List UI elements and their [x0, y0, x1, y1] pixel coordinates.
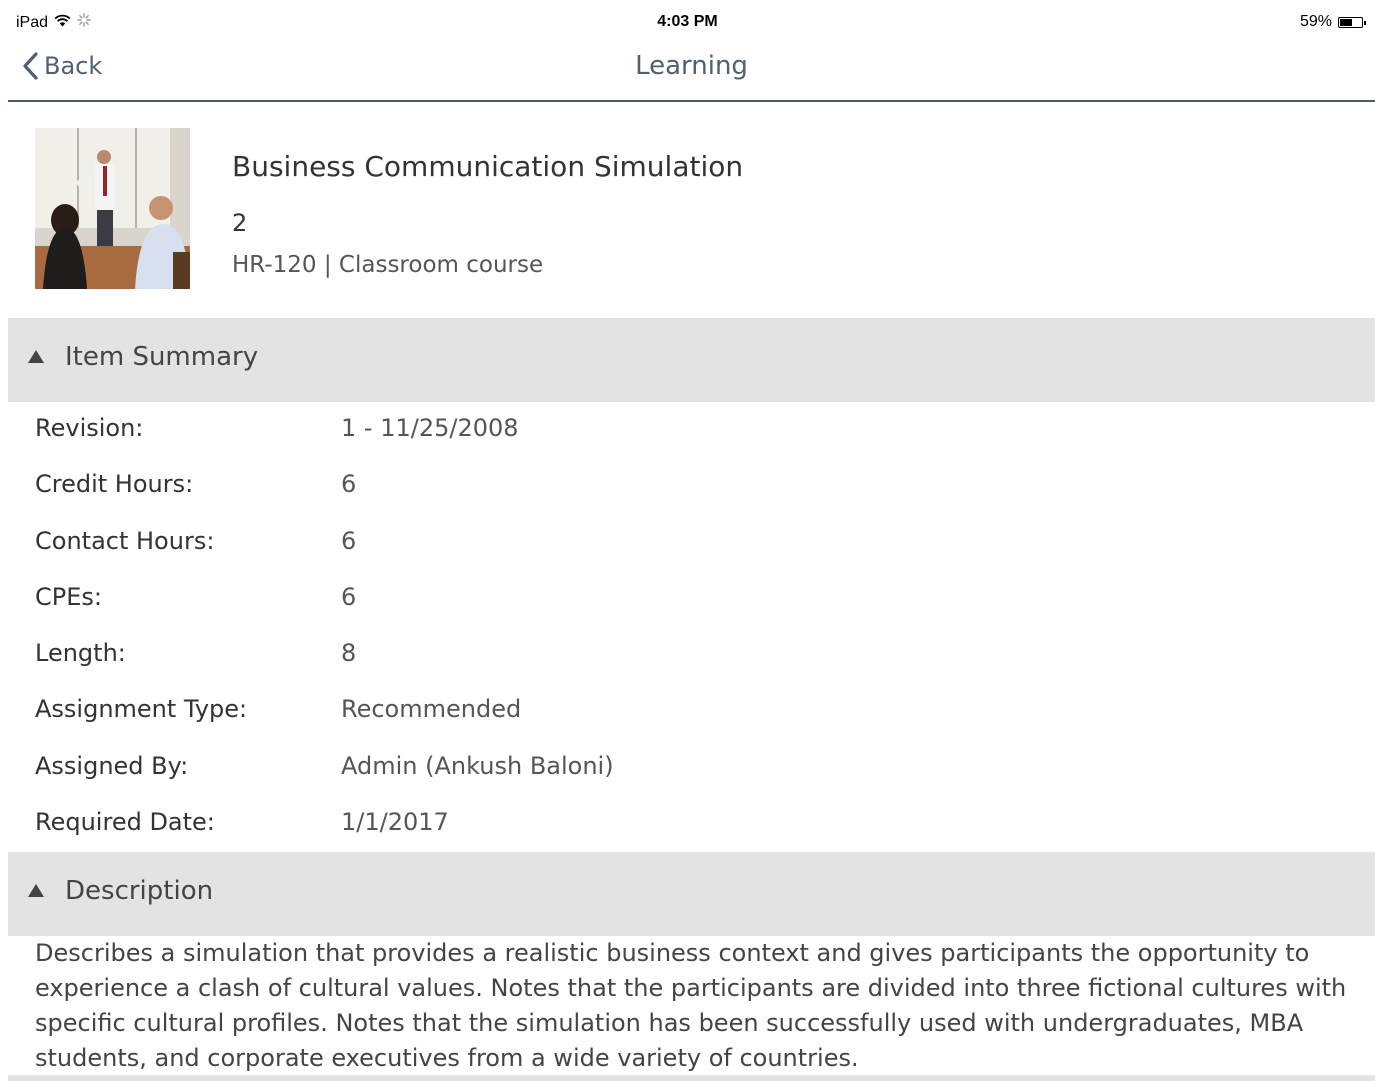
summary-row-label: Length:	[35, 639, 126, 668]
summary-row: Assignment Type: Recommended	[8, 685, 1375, 741]
summary-row: CPEs: 6	[8, 573, 1375, 629]
status-bar: iPad 4:03 PM 59%	[0, 0, 1375, 46]
status-time: 4:03 PM	[657, 13, 718, 30]
item-summary-section-header[interactable]: Item Summary	[8, 318, 1375, 402]
item-summary-list: Revision: 1 - 11/25/2008 Credit Hours: 6 Con…	[8, 404, 1375, 854]
summary-row-label: Required Date:	[35, 808, 215, 837]
course-code-and-type: HR-120 | Classroom course	[232, 252, 544, 278]
course-number: 2	[232, 209, 248, 237]
summary-row-value: 6	[341, 470, 357, 499]
status-right: 59%	[1299, 13, 1366, 31]
summary-row-value: Recommended	[341, 695, 522, 724]
description-text: Describes a simulation that provides a r…	[35, 939, 1347, 1072]
summary-row: Contact Hours: 6	[8, 517, 1375, 573]
item-summary-label: Item Summary	[65, 342, 259, 372]
battery-icon	[1338, 16, 1366, 28]
description-section-header[interactable]: Description	[8, 852, 1375, 936]
summary-row-value: Admin (Ankush Baloni)	[341, 751, 614, 780]
summary-row-value: 8	[341, 639, 357, 668]
summary-row: Revision: 1 - 11/25/2008	[8, 404, 1375, 460]
summary-row-label: Contact Hours:	[35, 526, 215, 555]
page-title: Learning	[635, 51, 748, 81]
battery-percent: 59%	[1299, 13, 1332, 30]
summary-row-label: Assigned By:	[35, 751, 189, 780]
summary-row: Length: 8	[8, 629, 1375, 685]
battery-cap	[1364, 20, 1366, 25]
course-thumbnail-image	[35, 128, 190, 289]
course-header: Business Communication Simulation 2 HR-1…	[8, 102, 1375, 318]
summary-row: Required Date: 1/1/2017	[8, 798, 1375, 854]
bottom-divider	[8, 1075, 1375, 1081]
caret-up-icon	[28, 884, 44, 897]
summary-row-label: Revision:	[35, 414, 144, 442]
summary-row-label: Assignment Type:	[35, 695, 248, 724]
summary-row: Credit Hours: 6	[8, 460, 1375, 516]
summary-row-label: Credit Hours:	[35, 470, 194, 499]
summary-row: Assigned By: Admin (Ankush Baloni)	[8, 742, 1375, 798]
caret-up-icon	[28, 350, 44, 363]
navigation-bar: Back Learning	[8, 46, 1375, 102]
description-label: Description	[65, 876, 214, 906]
summary-row-value: 6	[341, 582, 357, 611]
summary-row-value: 6	[341, 526, 357, 555]
battery-level-fill	[1340, 18, 1352, 26]
summary-row-value: 1/1/2017	[341, 808, 449, 837]
course-title: Business Communication Simulation	[232, 150, 744, 183]
summary-row-value: 1 - 11/25/2008	[341, 414, 519, 442]
summary-row-label: CPEs:	[35, 582, 102, 611]
